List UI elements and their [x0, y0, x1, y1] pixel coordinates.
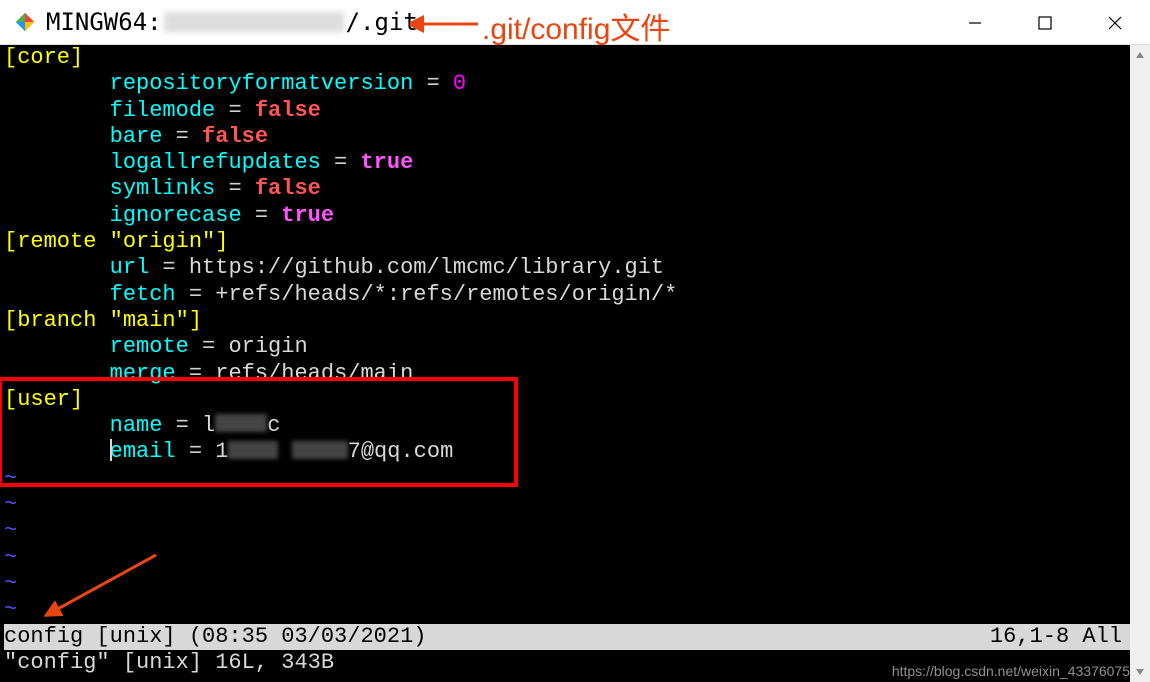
minimize-button[interactable] [940, 0, 1010, 45]
val-filemode: false [255, 98, 321, 123]
app-icon [14, 11, 36, 33]
section-user: [user] [4, 387, 83, 412]
val-email: 1 7@qq.com [215, 439, 453, 464]
key-bare: bare [110, 124, 163, 149]
window-controls [940, 0, 1150, 45]
key-symlinks: symlinks [110, 176, 216, 201]
redacted-path [164, 12, 344, 32]
key-ignorecase: ignorecase [110, 203, 242, 228]
key-logallrefupdates: logallrefupdates [110, 150, 321, 175]
val-logallrefupdates: true [360, 150, 413, 175]
key-remote: remote [110, 334, 189, 359]
cursor [110, 439, 112, 461]
vim-status-line: config [unix] (08:35 03/03/2021)16,1-8 A… [4, 624, 1130, 650]
terminal-content[interactable]: [core] repositoryformatversion = 0 filem… [0, 45, 1130, 682]
section-remote: [remote "origin"] [4, 229, 228, 254]
scroll-up-button[interactable] [1130, 45, 1150, 65]
vim-tilde: ~ [4, 545, 1130, 571]
val-url: https://github.com/lmcmc/library.git [189, 255, 664, 280]
val-bare: false [202, 124, 268, 149]
val-remote: origin [228, 334, 307, 359]
scrollbar[interactable] [1130, 45, 1150, 682]
val-fetch: +refs/heads/*:refs/remotes/origin/* [215, 282, 677, 307]
key-url: url [110, 255, 150, 280]
val-name: lc [202, 413, 280, 438]
section-core: [core] [4, 45, 83, 70]
section-branch: [branch "main"] [4, 308, 202, 333]
vim-tilde: ~ [4, 518, 1130, 544]
vim-tilde: ~ [4, 597, 1130, 623]
val-repositoryformatversion: 0 [453, 71, 466, 96]
key-name: name [110, 413, 163, 438]
key-email: email [110, 439, 176, 464]
window-title: MINGW64: /.git [46, 8, 418, 36]
scroll-down-button[interactable] [1130, 662, 1150, 682]
val-symlinks: false [255, 176, 321, 201]
val-merge: refs/heads/main [215, 361, 413, 386]
val-ignorecase: true [281, 203, 334, 228]
key-merge: merge [110, 361, 176, 386]
close-button[interactable] [1080, 0, 1150, 45]
vim-tilde: ~ [4, 492, 1130, 518]
maximize-button[interactable] [1010, 0, 1080, 45]
window-titlebar: MINGW64: /.git [0, 0, 1150, 45]
key-filemode: filemode [110, 98, 216, 123]
vim-tilde: ~ [4, 466, 1130, 492]
vim-tilde: ~ [4, 571, 1130, 597]
watermark: https://blog.csdn.net/weixin_43376075 [892, 663, 1130, 679]
key-repositoryformatversion: repositoryformatversion [110, 71, 414, 96]
key-fetch: fetch [110, 282, 176, 307]
